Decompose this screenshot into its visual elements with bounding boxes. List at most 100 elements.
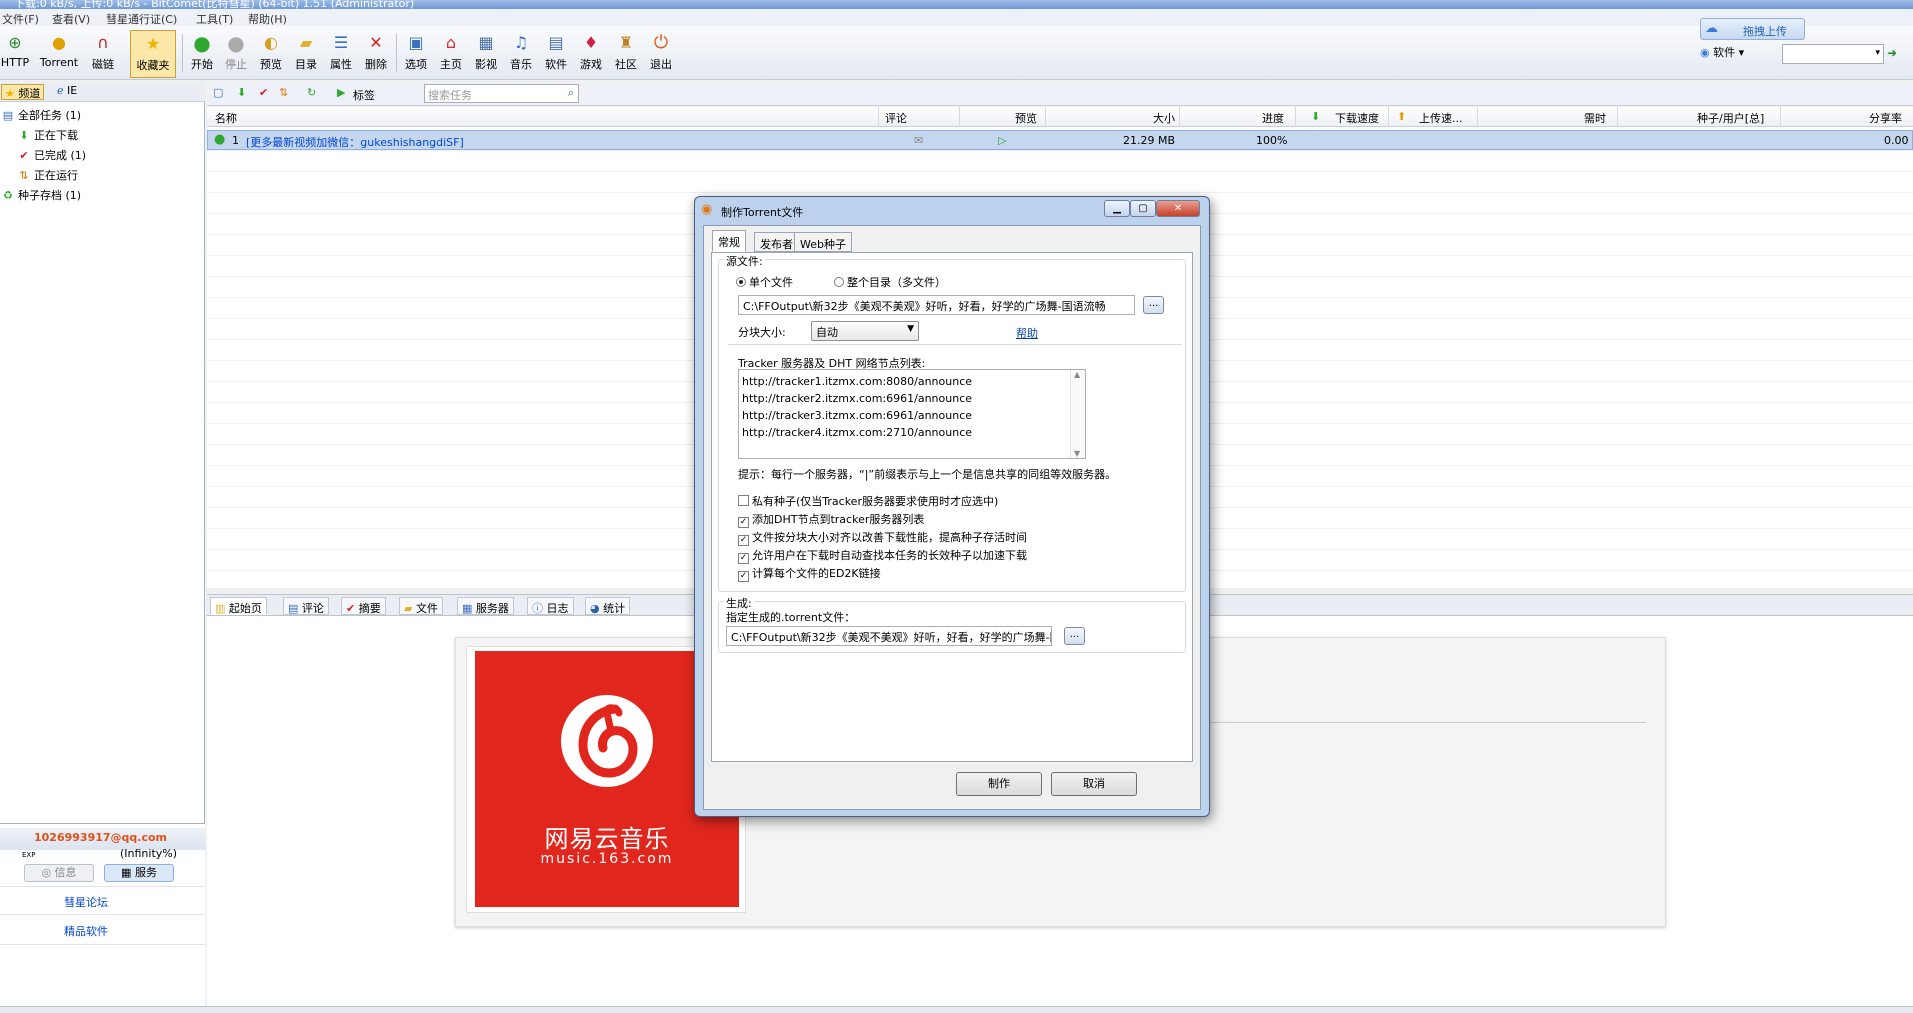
menu-view[interactable]: 查看(V) [52, 11, 90, 27]
toolbar-preview-button[interactable]: ◐ 预览 [257, 30, 285, 78]
row-name[interactable]: [更多最新视频加微信：gukeshishangdiSF] [246, 134, 464, 150]
tree-item-torrent-archive[interactable]: ♻ 种子存档 (1) [2, 187, 81, 203]
toolbar-community-button[interactable]: ♜ 社区 [612, 30, 640, 78]
radio-single-file[interactable]: 单个文件 [736, 274, 793, 290]
service-icon: ▦ [121, 866, 132, 879]
stop-icon: ● [227, 31, 245, 55]
menu-tools[interactable]: 工具(T) [196, 11, 233, 27]
col-upload-speed[interactable]: 上传速... [1419, 110, 1463, 126]
radio-directory[interactable]: 整个目录（多文件） [834, 274, 946, 290]
checkbox-checked-icon: ✓ [738, 535, 749, 546]
tab-comment[interactable]: ▤ 评论 [283, 597, 329, 615]
help-link[interactable]: 帮助 [1016, 325, 1038, 341]
forum-link[interactable]: 彗星论坛 [64, 894, 108, 910]
service-button[interactable]: ▦ 服务 [104, 864, 174, 882]
tab-files[interactable]: ▰ 文件 [399, 597, 443, 615]
scroll-up-icon[interactable]: ▲ [1074, 370, 1080, 379]
col-share-ratio[interactable]: 分享率 [1869, 110, 1902, 126]
minimize-button[interactable]: ▁ [1104, 200, 1130, 217]
add-dht-checkbox[interactable]: ✓ 添加DHT节点到tracker服务器列表 [738, 511, 924, 528]
make-button[interactable]: 制作 [956, 772, 1042, 796]
tab-start-page[interactable]: ▥ 起始页 [210, 597, 267, 615]
close-button[interactable]: ✕ [1156, 200, 1200, 217]
dialog-title-bar[interactable]: ◉ 制作Torrent文件 ▁ ▢ ✕ [695, 197, 1209, 223]
toolbar-properties-button[interactable]: ☰ 属性 [327, 30, 355, 78]
title-bar: 下载:0 kB/s, 上传:0 kB/s - BitComet(比特彗星) (6… [0, 0, 1913, 9]
tree-item-completed[interactable]: ✔ 已完成 (1) [18, 147, 86, 163]
download-arrow-icon[interactable]: ⬇ [237, 86, 246, 99]
tab-general[interactable]: 常规 [712, 230, 746, 252]
tag-label[interactable]: 标签 [353, 87, 375, 103]
toolbar-options-button[interactable]: ▣ 选项 [402, 30, 430, 78]
toolbar-stop-button[interactable]: ● 停止 [222, 30, 250, 78]
menu-file[interactable]: 文件(F) [2, 11, 39, 27]
tab-summary[interactable]: ✔ 摘要 [341, 597, 386, 615]
refresh-icon[interactable]: ↻ [307, 86, 316, 99]
toolbar-start-button[interactable]: ● 开始 [188, 30, 216, 78]
comment-icon[interactable]: ✉ [914, 134, 923, 147]
tree-item-running[interactable]: ⇅ 正在运行 [18, 167, 78, 183]
col-progress[interactable]: 进度 [1262, 110, 1284, 126]
toolbar-torrent-button[interactable]: ● Torrent [36, 30, 82, 78]
menu-help[interactable]: 帮助(H) [248, 11, 287, 27]
scroll-down-icon[interactable]: ▼ [1074, 449, 1080, 458]
toolbar-http-button[interactable]: ⊕ HTTP [0, 30, 30, 78]
user-email[interactable]: 1026993917@qq.com [34, 831, 167, 844]
tree-item-downloading[interactable]: ⬇ 正在下载 [18, 127, 78, 143]
tab-channel[interactable]: ★ 频道 [1, 84, 45, 100]
torrent-add-icon: ● [52, 33, 66, 52]
source-path-field[interactable]: C:\FFOutput\新32步《美观不美观》好听，好看，好学的广场舞-国语流畅 [738, 295, 1135, 315]
toolbar-home-button[interactable]: ⌂ 主页 [437, 30, 465, 78]
align-pieces-checkbox[interactable]: ✓ 文件按分块大小对齐以改善下载性能，提高种子存活时间 [738, 529, 1027, 546]
tab-servers[interactable]: ▦ 服务器 [457, 597, 514, 615]
tab-stats[interactable]: ◕ 统计 [585, 597, 631, 615]
col-size[interactable]: 大小 [1153, 110, 1175, 126]
play-icon[interactable]: ▷ [998, 134, 1006, 147]
menu-passport[interactable]: 彗星通行证(C) [106, 11, 177, 27]
new-icon[interactable]: ▢ [213, 86, 223, 99]
toolbar-delete-button[interactable]: ✕ 删除 [362, 30, 390, 78]
ed2k-checkbox[interactable]: ✓ 计算每个文件的ED2K链接 [738, 565, 881, 582]
col-seeds-peers[interactable]: 种子/用户[总] [1697, 110, 1764, 126]
software-link[interactable]: 精品软件 [64, 923, 108, 939]
toolbar-software-button[interactable]: ▤ 软件 [542, 30, 570, 78]
check-icon[interactable]: ✔ [259, 86, 268, 99]
long-term-seed-checkbox[interactable]: ✓ 允许用户在下载时自动查找本任务的长效种子以加速下载 [738, 547, 1027, 564]
toolbar-game-button[interactable]: ♦ 游戏 [577, 30, 605, 78]
tracker-scrollbar[interactable]: ▲ ▼ [1070, 370, 1085, 458]
browse-output-button[interactable]: ... [1064, 627, 1085, 645]
output-label: 指定生成的.torrent文件： [726, 611, 856, 624]
search-icon[interactable]: ⌕ [568, 86, 574, 100]
cancel-button[interactable]: 取消 [1051, 772, 1137, 796]
toolbar-video-button[interactable]: ▦ 影视 [472, 30, 500, 78]
toolbar-music-button[interactable]: ♫ 音乐 [507, 30, 535, 78]
top-search-input[interactable]: ▾ [1782, 44, 1884, 64]
software-dropdown[interactable]: ◉ 软件 ▾ [1700, 44, 1744, 60]
task-search-input[interactable]: 搜索任务 ⌕ [424, 84, 579, 103]
info-button[interactable]: ◎ 信息 [24, 864, 94, 882]
col-download-speed[interactable]: 下载速度 [1335, 110, 1379, 126]
cloud-upload-button[interactable]: ☁ 拖拽上传 [1700, 18, 1805, 40]
toolbar-exit-button[interactable]: ⏻ 退出 [647, 30, 675, 78]
tab-log[interactable]: ⓘ 日志 [527, 597, 574, 615]
tracker-list-textarea[interactable]: http://tracker1.itzmx.com:8080/announce … [738, 369, 1086, 459]
toolbar-magnet-button[interactable]: ∩ 磁链 [88, 30, 118, 78]
tab-web-seed[interactable]: Web种子 [794, 232, 852, 252]
col-comment[interactable]: 评论 [885, 110, 907, 126]
tab-publisher[interactable]: 发布者 [754, 232, 799, 252]
private-torrent-checkbox[interactable]: 私有种子(仅当Tracker服务器要求使用时才应选中) [738, 493, 998, 509]
toolbar-folder-button[interactable]: ▰ 目录 [292, 30, 320, 78]
tab-ie[interactable]: ℯ IE [54, 84, 80, 100]
updown-icon[interactable]: ⇅ [279, 86, 288, 99]
output-path-field[interactable]: C:\FFOutput\新32步《美观不美观》好听，好看，好学的广场舞-国语流畅 [726, 626, 1052, 646]
maximize-button[interactable]: ▢ [1130, 200, 1156, 217]
col-time-left[interactable]: 需时 [1584, 110, 1606, 126]
piece-size-select[interactable]: 自动 ▼ [811, 321, 919, 341]
browse-source-button[interactable]: ... [1143, 296, 1164, 314]
col-name[interactable]: 名称 [215, 110, 237, 126]
col-preview[interactable]: 预览 [1015, 110, 1037, 126]
go-icon[interactable]: ➜ [1887, 46, 1897, 60]
toolbar-favorites-button[interactable]: ★ 收藏夹 [130, 30, 176, 78]
table-row[interactable]: ● 1 [更多最新视频加微信：gukeshishangdiSF] ✉ ▷ 21.… [207, 130, 1913, 150]
tree-item-all-tasks[interactable]: ▤ 全部任务 (1) [2, 107, 81, 123]
